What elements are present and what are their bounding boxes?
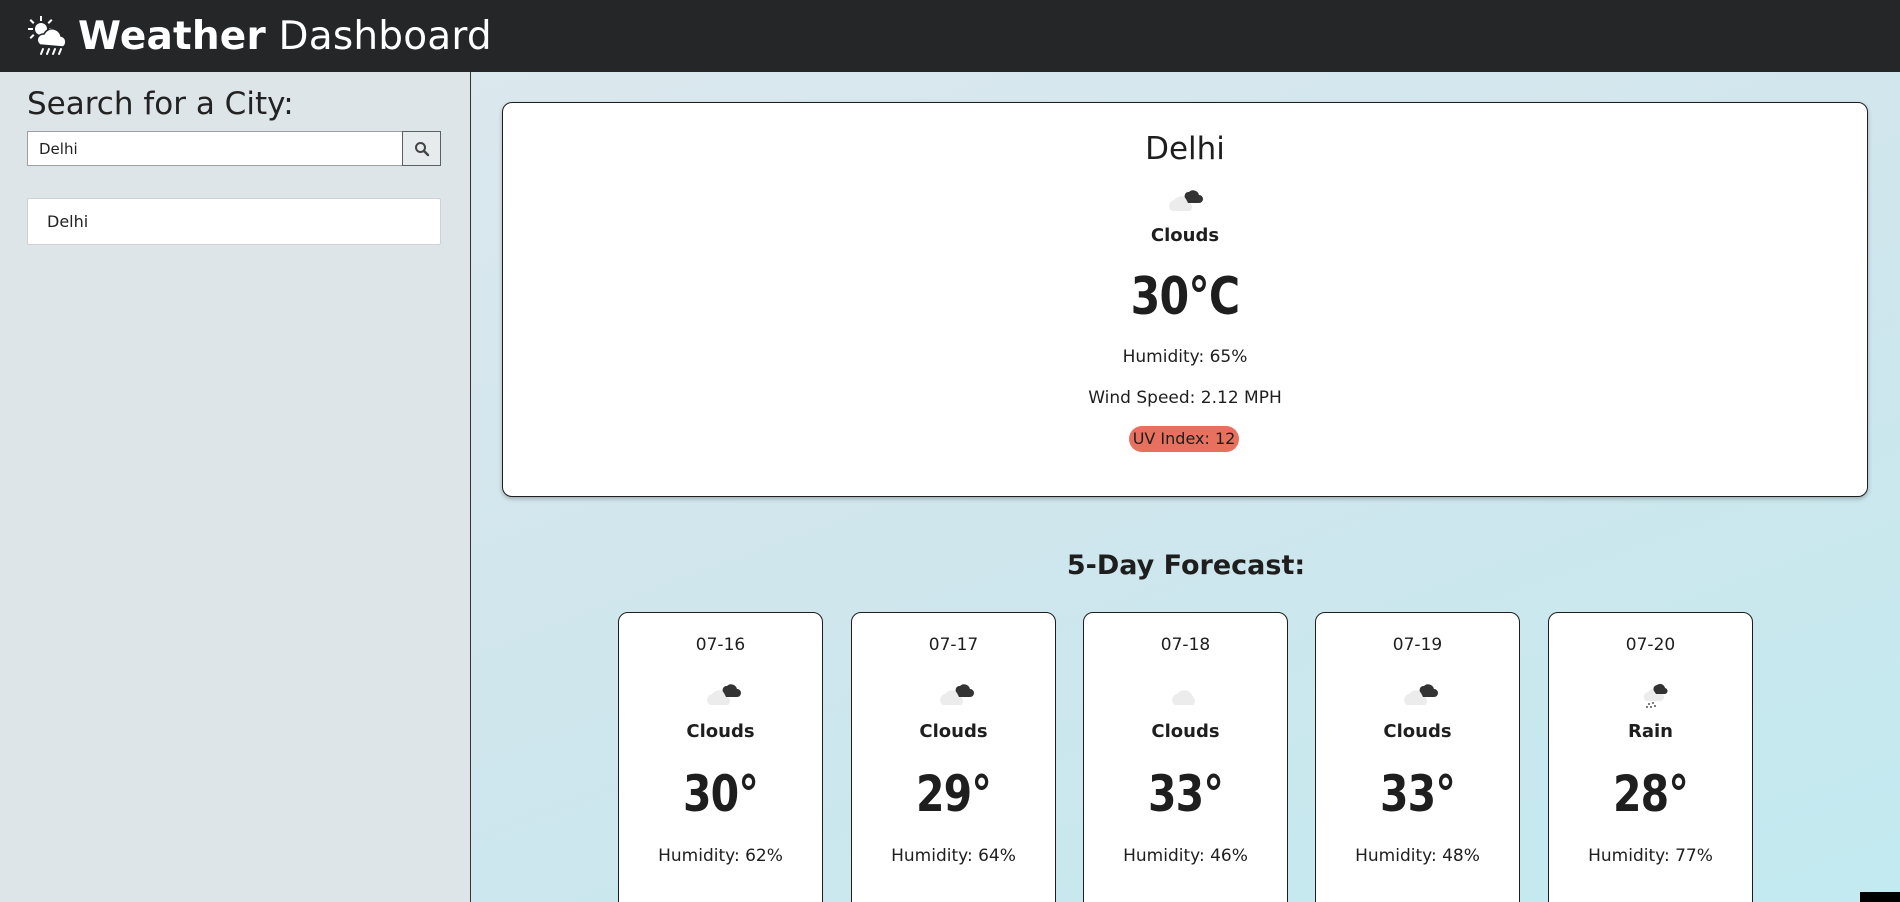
forecast-condition: Rain [1628,721,1673,742]
forecast-condition: Clouds [1151,721,1220,742]
current-temperature: 30°C [1130,267,1240,327]
forecast-temperature: 28° [1612,765,1689,823]
page-title-bold: Weather [78,13,266,59]
scattered-clouds-icon [1172,690,1195,705]
search-input[interactable] [27,131,403,166]
forecast-date: 07-20 [1625,635,1676,655]
sidebar: Search for a City: Delhi [0,72,471,902]
forecast-temperature: 29° [915,765,992,823]
forecast-title: 5-Day Forecast: [1066,550,1306,581]
current-weather-card: Delhi Clouds 30°C Humidity: 65% Wind Spe… [502,102,1868,497]
forecast-date: 07-19 [1392,635,1443,655]
search-icon [414,141,429,156]
forecast-humidity: Humidity: 46% [1123,846,1248,866]
forecast-card: 07-17 Clouds 29° Humidity: 64% [851,612,1056,902]
history-item-delhi[interactable]: Delhi [27,198,441,245]
broken-clouds-icon [707,684,741,705]
forecast-temperature: 30° [682,765,759,823]
broken-clouds-icon [1404,684,1438,705]
forecast-condition: Clouds [1383,721,1452,742]
broken-clouds-icon [940,684,974,705]
page-title-rest: Dashboard [265,13,492,59]
forecast-condition: Clouds [686,721,755,742]
forecast-date: 07-16 [695,635,746,655]
forecast-card: 07-20 Rain 28° Humidity: 77% [1548,612,1753,902]
page-title: Weather Dashboard [78,14,492,59]
current-city: Delhi [1145,131,1225,167]
forecast-card: 07-16 Clouds 30° Humidity: 62% [618,612,823,902]
forecast-humidity: Humidity: 48% [1355,846,1480,866]
forecast-date: 07-17 [928,635,979,655]
forecast-temperature: 33° [1147,765,1224,823]
forecast-card: 07-18 Clouds 33° Humidity: 46% [1083,612,1288,902]
search-button[interactable] [402,131,441,166]
forecast-humidity: Humidity: 77% [1588,846,1713,866]
forecast-date: 07-18 [1160,635,1211,655]
forecast-temperature: 33° [1379,765,1456,823]
corner-block [1860,892,1900,902]
search-heading: Search for a City: [27,86,294,122]
current-humidity: Humidity: 65% [1122,347,1248,367]
uv-index-badge: UV Index: 12 [1129,426,1239,452]
current-condition: Clouds [1150,225,1220,246]
forecast-condition: Clouds [919,721,988,742]
forecast-humidity: Humidity: 62% [658,846,783,866]
forecast-humidity: Humidity: 64% [891,846,1016,866]
broken-clouds-icon [1169,190,1203,211]
main-content: Delhi Clouds 30°C Humidity: 65% Wind Spe… [472,72,1900,902]
forecast-card: 07-19 Clouds 33° Humidity: 48% [1315,612,1520,902]
sun-cloud-rain-icon [28,16,67,55]
rain-icon [1643,683,1668,708]
current-wind-speed: Wind Speed: 2.12 MPH [1088,388,1282,408]
app-header: Weather Dashboard [0,0,1900,72]
